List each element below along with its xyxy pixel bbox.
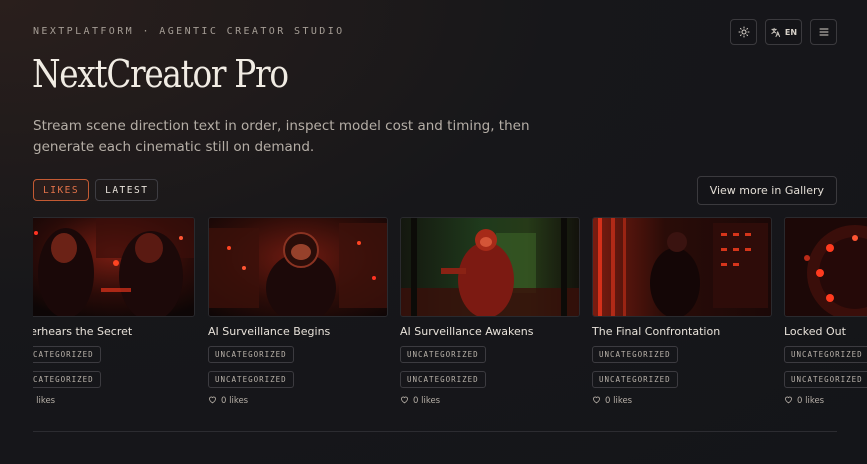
heart-icon (400, 395, 409, 407)
view-gallery-button[interactable]: View more in Gallery (696, 176, 837, 205)
category-chip[interactable]: UNCATEGORIZED (592, 371, 678, 388)
scene-title[interactable]: AI Surveillance Begins (208, 325, 330, 338)
page-title: NextCreator Pro (32, 52, 289, 96)
scene-thumbnail[interactable] (208, 217, 388, 317)
scene-card[interactable]: AI Surveillance Begins UNCATEGORIZED UNC… (208, 217, 388, 406)
heart-icon (208, 395, 217, 407)
likes-count[interactable]: 0 likes (784, 395, 824, 407)
category-chip[interactable]: UNCATEGORIZED (784, 371, 867, 388)
likes-count[interactable]: 0 likes (33, 395, 55, 407)
scene-title[interactable]: Overhears the Secret (33, 325, 132, 338)
likes-label: 0 likes (797, 396, 825, 406)
scene-card[interactable]: Overhears the Secret UNCATEGORIZED UNCAT… (33, 217, 195, 406)
category-chip[interactable]: UNCATEGORIZED (33, 371, 101, 388)
likes-label: 0 likes (33, 396, 56, 406)
likes-count[interactable]: 0 likes (208, 395, 248, 407)
scene-title[interactable]: The Final Confrontation (592, 325, 720, 338)
eyebrow-label: NEXTPLATFORM · AGENTIC CREATOR STUDIO (33, 26, 345, 37)
category-chip[interactable]: UNCATEGORIZED (33, 346, 101, 363)
page-subtitle: Stream scene direction text in order, in… (33, 118, 530, 155)
scene-thumbnail[interactable] (33, 217, 195, 317)
category-chip[interactable]: UNCATEGORIZED (592, 346, 678, 363)
likes-label: 0 likes (221, 396, 249, 406)
tab-likes[interactable]: LIKES (33, 179, 90, 201)
likes-count[interactable]: 0 likes (592, 395, 632, 407)
language-label: EN (784, 27, 798, 37)
card-rail[interactable]: Overhears the Secret UNCATEGORIZED UNCAT… (33, 217, 867, 417)
sort-tabs: LIKES LATEST (33, 179, 159, 201)
language-button[interactable]: EN (765, 19, 802, 45)
category-chip[interactable]: UNCATEGORIZED (400, 371, 486, 388)
top-controls: EN (730, 19, 837, 45)
theme-toggle-button[interactable] (730, 19, 757, 45)
scene-title[interactable]: Locked Out (784, 325, 846, 338)
likes-label: 0 likes (413, 396, 441, 406)
likes-count[interactable]: 0 likes (400, 395, 440, 407)
scene-card[interactable]: Locked Out UNCATEGORIZED UNCATEGORIZED 0… (784, 217, 867, 406)
scene-thumbnail[interactable] (784, 217, 867, 317)
scene-card[interactable]: The Final Confrontation UNCATEGORIZED UN… (592, 217, 772, 406)
scene-card[interactable]: AI Surveillance Awakens UNCATEGORIZED UN… (400, 217, 580, 406)
scene-title[interactable]: AI Surveillance Awakens (400, 325, 533, 338)
sun-icon (738, 26, 750, 38)
category-chip[interactable]: UNCATEGORIZED (208, 346, 294, 363)
likes-label: 0 likes (605, 396, 633, 406)
scene-thumbnail[interactable] (400, 217, 580, 317)
heart-icon (784, 395, 793, 407)
category-chip[interactable]: UNCATEGORIZED (784, 346, 867, 363)
scene-thumbnail[interactable] (592, 217, 772, 317)
menu-icon (818, 26, 830, 38)
tab-latest[interactable]: LATEST (95, 179, 159, 201)
section-divider (33, 431, 837, 432)
category-chip[interactable]: UNCATEGORIZED (400, 346, 486, 363)
translate-icon (770, 27, 781, 38)
menu-button[interactable] (810, 19, 837, 45)
category-chip[interactable]: UNCATEGORIZED (208, 371, 294, 388)
heart-icon (592, 395, 601, 407)
